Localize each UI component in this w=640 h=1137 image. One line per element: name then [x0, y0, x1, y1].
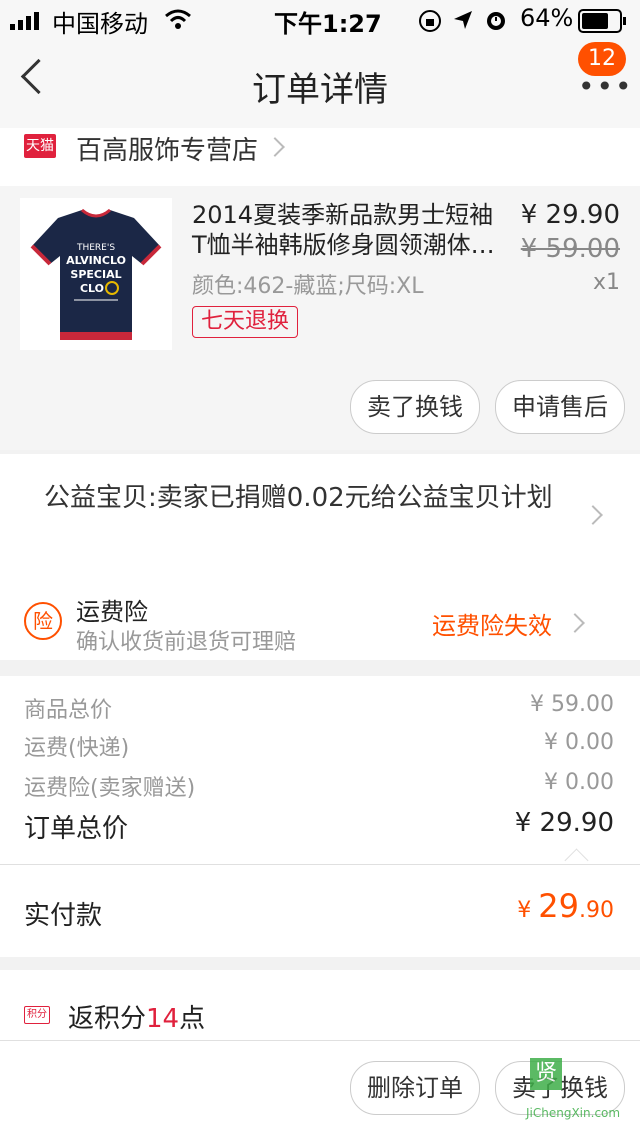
points-row: 积分 返积分14点 [0, 970, 640, 1040]
svg-text:THERE'S: THERE'S [76, 243, 115, 253]
actual-payment-row: 实付款 ¥ 29.90 [0, 864, 640, 957]
return-policy-tag: 七天退换 [192, 306, 299, 338]
price-summary: 商品总价 ¥ 59.00 运费(快递) ¥ 0.00 运费险(卖家赠送) ¥ 0… [0, 676, 640, 873]
shipping-insurance-row[interactable]: 险 运费险 确认收货前退货可理赔 运费险失效 [0, 564, 640, 660]
rotation-lock-icon [418, 9, 442, 37]
shipping-fee-value: ¥ 0.00 [544, 730, 614, 755]
product-sku: 颜色:462-藏蓝;尺码:XL [192, 274, 424, 299]
product-image[interactable]: THERE'S ALVINCLO SPECIAL CLO [20, 198, 172, 350]
order-total-label: 订单总价 [24, 814, 129, 844]
nav-bar: 订单详情 12 ••• [0, 40, 640, 128]
order-total-value: ¥ 29.90 [514, 808, 614, 838]
insurance-subtitle: 确认收货前退货可理赔 [76, 630, 297, 655]
points-suffix: 点 [179, 1004, 206, 1034]
points-icon: 积分 [24, 1006, 50, 1024]
product-price: ¥ 29.90 [520, 200, 620, 230]
shipping-fee-label: 运费(快递) [24, 736, 130, 761]
delete-order-button[interactable]: 删除订单 [350, 1061, 480, 1115]
sell-button[interactable]: 卖了换钱 [350, 380, 480, 434]
charity-text: 公益宝贝:卖家已捐赠0.02元给公益宝贝计划 [44, 483, 553, 513]
chevron-right-icon [583, 505, 603, 525]
tmall-badge: 天猫 [24, 134, 56, 158]
chevron-right-icon [265, 137, 285, 157]
insurance-fee-value: ¥ 0.00 [544, 770, 614, 795]
svg-text:ALVINCLO: ALVINCLO [66, 254, 126, 267]
svg-text:SPECIAL: SPECIAL [70, 268, 121, 281]
chevron-right-icon [565, 613, 585, 633]
insurance-icon: 险 [24, 602, 62, 640]
location-icon [452, 9, 474, 35]
goods-total-value: ¥ 59.00 [530, 692, 614, 717]
more-icon[interactable]: ••• [578, 70, 634, 103]
points-text: 返积分14点 [68, 998, 205, 1035]
watermark-logo-icon: 贤 [530, 1058, 562, 1090]
insurance-status: 运费险失效 [432, 612, 552, 640]
battery-icon [578, 9, 628, 37]
alarm-icon [484, 8, 508, 36]
insurance-fee-label: 运费险(卖家赠送) [24, 776, 196, 801]
watermark: 贤 JiChengXin.com [522, 1056, 630, 1130]
svg-text:CLO: CLO [80, 282, 104, 295]
product-quantity: x1 [592, 270, 620, 295]
carrier-label: 中国移动 [52, 10, 148, 38]
amount-decimal: .90 [579, 898, 614, 923]
shop-row[interactable]: 天猫 百高服饰专营店 [0, 128, 640, 186]
status-bar: 中国移动 下午1:27 64% [0, 0, 640, 40]
page-title: 订单详情 [252, 70, 388, 110]
shop-name: 百高服饰专营店 [76, 136, 259, 166]
currency-symbol: ¥ [517, 898, 539, 923]
points-prefix: 返积分 [68, 1004, 147, 1034]
product-title: 2014夏装季新品款男士短袖T恤半袖韩版修身圆领潮体… [192, 201, 495, 259]
wifi-icon [164, 8, 192, 34]
actual-payment-label: 实付款 [24, 901, 103, 931]
battery-percent: 64% [520, 4, 574, 32]
actual-payment-value: ¥ 29.90 [400, 887, 614, 925]
signal-icon [10, 12, 46, 34]
goods-total-label: 商品总价 [24, 698, 113, 723]
points-count: 14 [146, 1004, 180, 1034]
charity-row[interactable]: 公益宝贝:卖家已捐赠0.02元给公益宝贝计划 [0, 454, 640, 564]
amount-integer: 29 [538, 887, 579, 925]
time-label: 下午1:27 [274, 10, 382, 38]
insurance-title: 运费险 [76, 598, 148, 626]
product-card[interactable]: THERE'S ALVINCLO SPECIAL CLO 2014夏装季新品款男… [0, 186, 640, 450]
watermark-text: JiChengXin.com [526, 1106, 621, 1120]
after-sale-button[interactable]: 申请售后 [495, 380, 625, 434]
product-original-price: ¥ 59.00 [520, 234, 620, 264]
